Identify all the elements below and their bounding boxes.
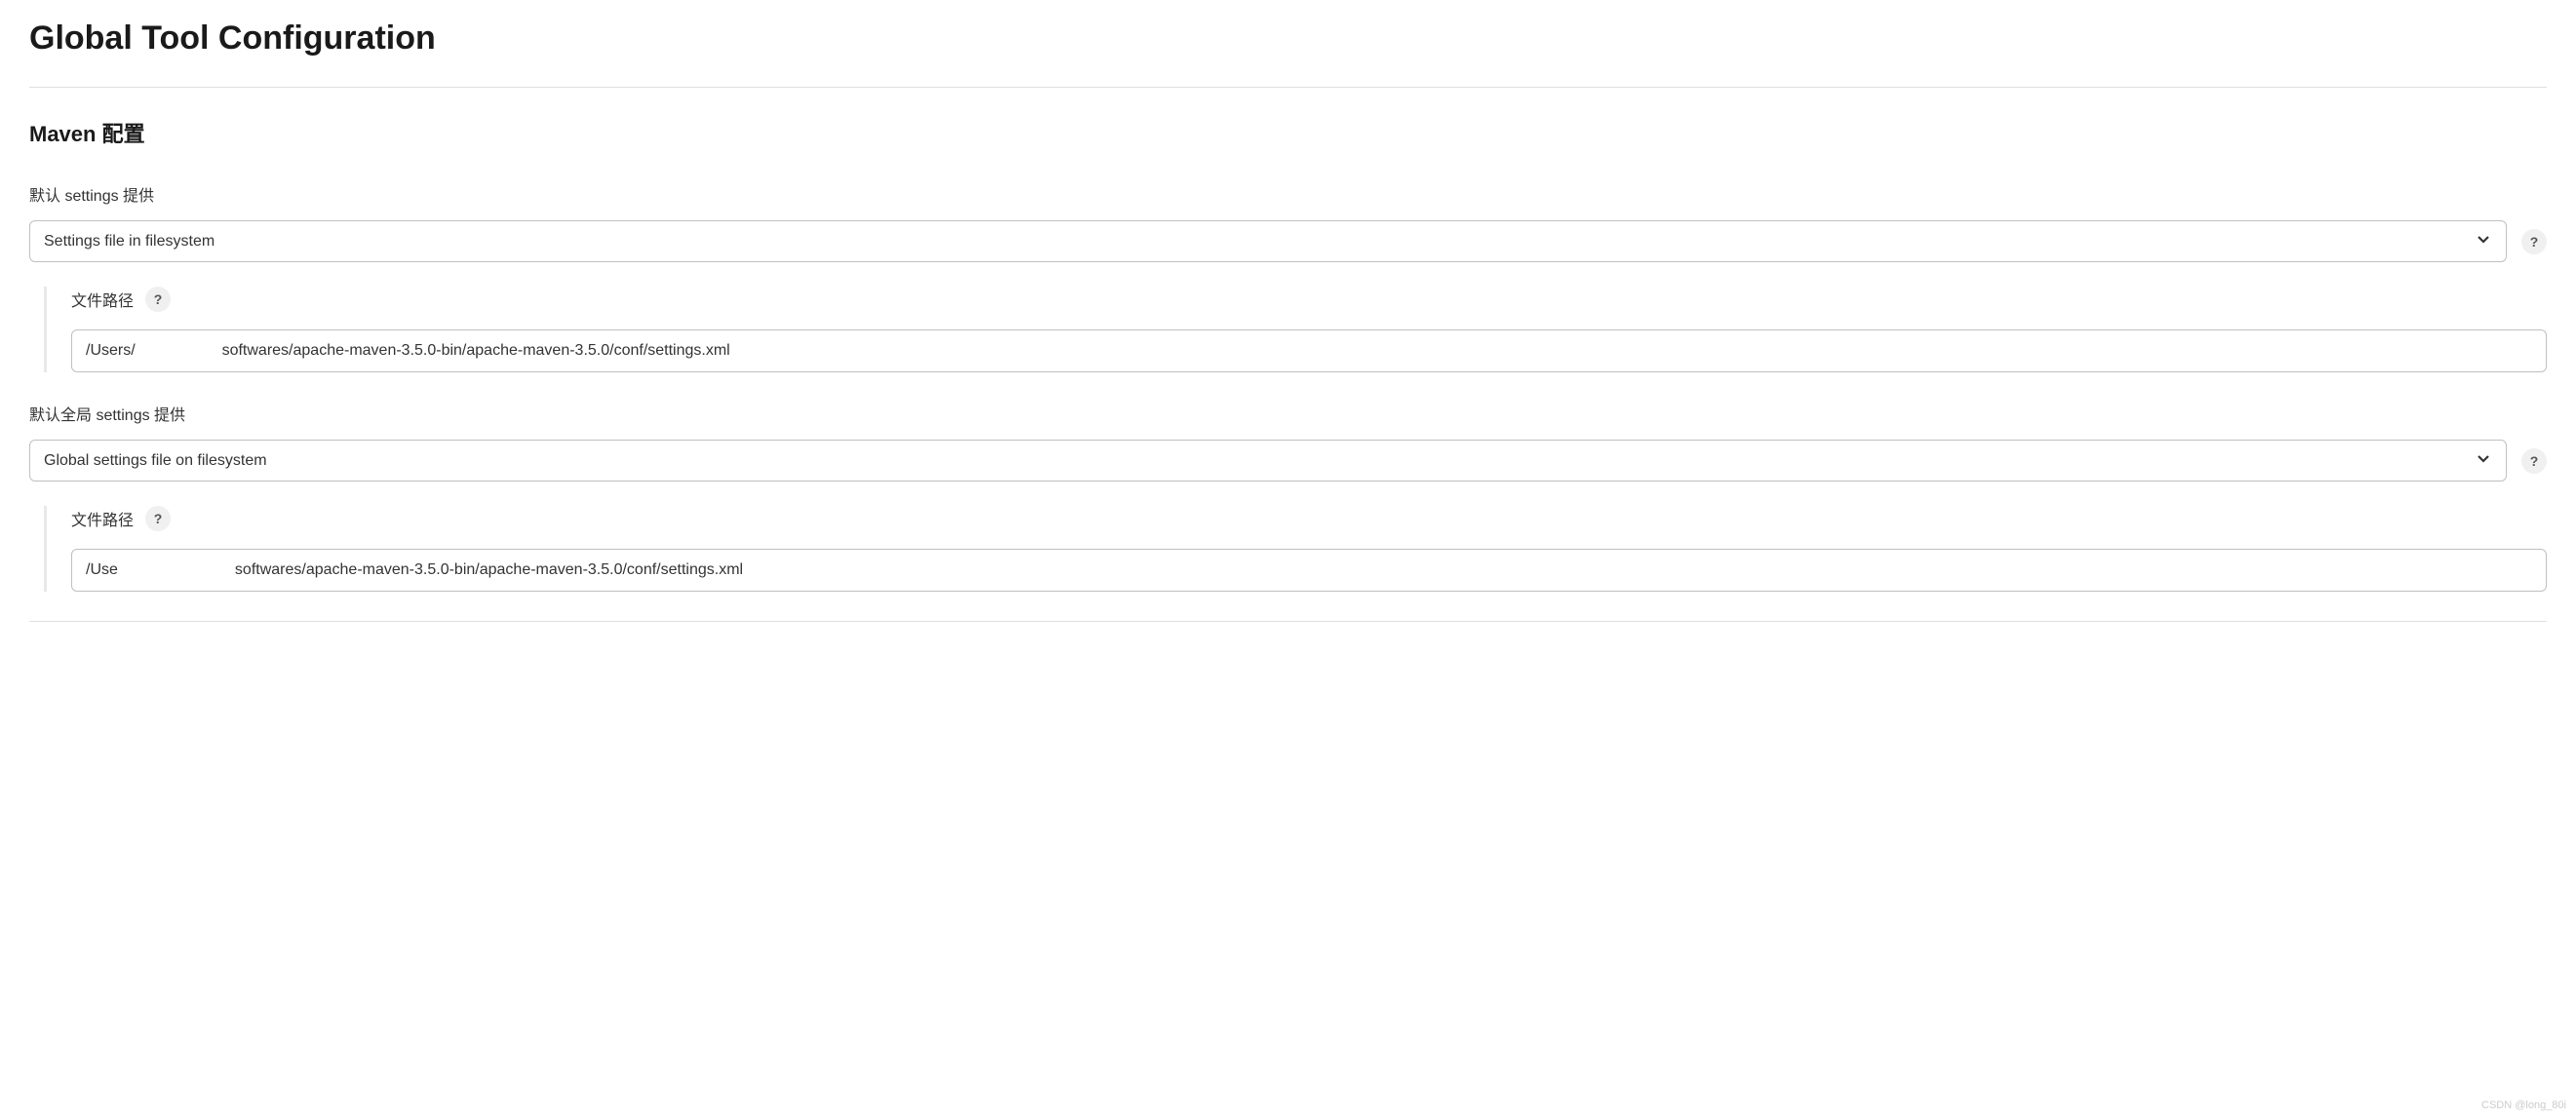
help-icon[interactable]: ? <box>145 506 171 531</box>
default-settings-select[interactable]: Settings file in filesystem <box>29 220 2507 262</box>
default-settings-filepath-input[interactable] <box>71 329 2547 372</box>
default-global-settings-label: 默认全局 settings 提供 <box>29 402 2547 425</box>
default-global-settings-filepath-block: 文件路径 ? <box>44 506 2547 592</box>
default-settings-label: 默认 settings 提供 <box>29 182 2547 206</box>
page-title: Global Tool Configuration <box>29 19 2547 58</box>
section-divider <box>29 87 2547 88</box>
default-global-settings-select[interactable]: Global settings file on filesystem <box>29 440 2507 481</box>
default-global-settings-filepath-input[interactable] <box>71 549 2547 592</box>
bottom-divider <box>29 621 2547 622</box>
default-global-settings-group: 默认全局 settings 提供 Global settings file on… <box>29 402 2547 592</box>
default-global-settings-select-row: Global settings file on filesystem ? <box>29 440 2547 481</box>
default-settings-filepath-label-row: 文件路径 ? <box>71 287 2547 312</box>
help-icon[interactable]: ? <box>145 287 171 312</box>
default-global-settings-filepath-label-row: 文件路径 ? <box>71 506 2547 531</box>
help-icon[interactable]: ? <box>2521 448 2547 474</box>
default-settings-select-wrapper: Settings file in filesystem <box>29 220 2507 262</box>
help-icon[interactable]: ? <box>2521 229 2547 254</box>
watermark: CSDN @long_80i <box>2481 1099 2566 1111</box>
default-settings-group: 默认 settings 提供 Settings file in filesyst… <box>29 182 2547 372</box>
default-settings-filepath-block: 文件路径 ? <box>44 287 2547 372</box>
default-settings-filepath-label: 文件路径 <box>71 288 134 311</box>
default-global-settings-filepath-label: 文件路径 <box>71 507 134 530</box>
default-settings-select-row: Settings file in filesystem ? <box>29 220 2547 262</box>
maven-section-title: Maven 配置 <box>29 117 2547 148</box>
default-global-settings-select-wrapper: Global settings file on filesystem <box>29 440 2507 481</box>
